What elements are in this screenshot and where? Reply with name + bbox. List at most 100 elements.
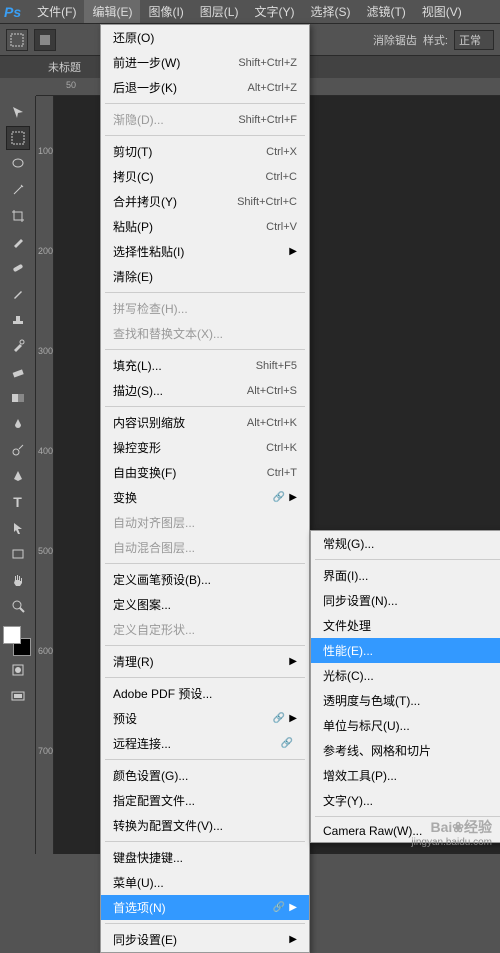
- edit-menu-item: 自动对齐图层...: [101, 510, 309, 535]
- edit-menu-item[interactable]: 变换🔗▶: [101, 485, 309, 510]
- pref-menu-item[interactable]: 常规(G)...: [311, 531, 500, 556]
- history-brush-tool[interactable]: [6, 334, 30, 358]
- menu-type[interactable]: 文字(Y): [246, 0, 302, 23]
- menu-image[interactable]: 图像(I): [140, 0, 191, 23]
- pen-tool[interactable]: [6, 464, 30, 488]
- edit-menu-item[interactable]: 键盘快捷键...: [101, 845, 309, 870]
- color-swatches[interactable]: [3, 626, 33, 656]
- stamp-tool[interactable]: [6, 308, 30, 332]
- menu-select[interactable]: 选择(S): [302, 0, 358, 23]
- edit-menu-item[interactable]: 转换为配置文件(V)...: [101, 813, 309, 838]
- menu-shortcut: Alt+Ctrl+K: [247, 417, 297, 429]
- edit-menu-item[interactable]: 拷贝(C)Ctrl+C: [101, 164, 309, 189]
- menu-item-label: 操控变形: [113, 439, 161, 456]
- watermark-logo: Bai❀经验: [411, 817, 492, 837]
- brush-tool[interactable]: [6, 282, 30, 306]
- edit-menu-item[interactable]: 选择性粘贴(I)▶: [101, 239, 309, 264]
- edit-menu-item[interactable]: 操控变形Ctrl+K: [101, 435, 309, 460]
- menu-item-label: 首选项(N): [113, 899, 166, 916]
- eyedropper-tool[interactable]: [6, 230, 30, 254]
- edit-menu-item[interactable]: 首选项(N)🔗▶: [101, 895, 309, 920]
- wand-tool[interactable]: [6, 178, 30, 202]
- pref-menu-item[interactable]: 文字(Y)...: [311, 788, 500, 813]
- submenu-arrow-icon: ▶: [289, 713, 297, 724]
- edit-menu-item[interactable]: 内容识别缩放Alt+Ctrl+K: [101, 410, 309, 435]
- menu-filter[interactable]: 滤镜(T): [358, 0, 413, 23]
- tool-preset-button[interactable]: [6, 29, 28, 51]
- menu-layer[interactable]: 图层(L): [192, 0, 247, 23]
- menu-file[interactable]: 文件(F): [29, 0, 84, 23]
- edit-menu-item[interactable]: Adobe PDF 预设...: [101, 681, 309, 706]
- document-tab[interactable]: 未标题: [40, 57, 89, 77]
- menu-item-label: 自动对齐图层...: [113, 514, 195, 531]
- menu-separator: [105, 563, 305, 564]
- menu-separator: [315, 559, 500, 560]
- edit-menu-item[interactable]: 定义图案...: [101, 592, 309, 617]
- menu-item-label: 清除(E): [113, 268, 153, 285]
- crop-tool[interactable]: [6, 204, 30, 228]
- edit-menu-item[interactable]: 后退一步(K)Alt+Ctrl+Z: [101, 75, 309, 100]
- lasso-tool[interactable]: [6, 152, 30, 176]
- edit-menu-item[interactable]: 清除(E): [101, 264, 309, 289]
- edit-menu-item: 查找和替换文本(X)...: [101, 321, 309, 346]
- menu-item-label: 粘贴(P): [113, 218, 153, 235]
- pref-menu-item[interactable]: 透明度与色域(T)...: [311, 688, 500, 713]
- chain-icon: 🔗: [273, 902, 285, 913]
- edit-menu-item[interactable]: 粘贴(P)Ctrl+V: [101, 214, 309, 239]
- pref-menu-item[interactable]: 界面(I)...: [311, 563, 500, 588]
- pref-menu-item[interactable]: 增效工具(P)...: [311, 763, 500, 788]
- pref-menu-item[interactable]: 文件处理: [311, 613, 500, 638]
- menu-separator: [105, 645, 305, 646]
- menu-item-label: 查找和替换文本(X)...: [113, 325, 223, 342]
- move-tool[interactable]: [6, 100, 30, 124]
- edit-menu-item[interactable]: 指定配置文件...: [101, 788, 309, 813]
- pref-menu-item[interactable]: 参考线、网格和切片: [311, 738, 500, 763]
- marquee-tool[interactable]: [6, 126, 30, 150]
- menu-item-label: 常规(G)...: [323, 535, 374, 552]
- menu-item-label: 预设: [113, 710, 137, 727]
- edit-menu-item[interactable]: 菜单(U)...: [101, 870, 309, 895]
- edit-menu-item[interactable]: 剪切(T)Ctrl+X: [101, 139, 309, 164]
- dodge-tool[interactable]: [6, 438, 30, 462]
- edit-menu-item[interactable]: 远程连接...🔗: [101, 731, 309, 756]
- edit-menu-item[interactable]: 前进一步(W)Shift+Ctrl+Z: [101, 50, 309, 75]
- pref-menu-item[interactable]: 性能(E)...: [311, 638, 500, 663]
- menu-item-label: 自动混合图层...: [113, 539, 195, 556]
- toolbox: T: [0, 96, 36, 854]
- zoom-tool[interactable]: [6, 594, 30, 618]
- edit-menu-item[interactable]: 合并拷贝(Y)Shift+Ctrl+C: [101, 189, 309, 214]
- blur-tool[interactable]: [6, 412, 30, 436]
- marquee-mode-button[interactable]: [34, 29, 56, 51]
- gradient-tool[interactable]: [6, 386, 30, 410]
- foreground-swatch[interactable]: [3, 626, 21, 644]
- chain-icon: 🔗: [273, 713, 285, 724]
- edit-menu-item[interactable]: 描边(S)...Alt+Ctrl+S: [101, 378, 309, 403]
- edit-menu-item[interactable]: 同步设置(E)▶: [101, 927, 309, 952]
- edit-menu-item[interactable]: 清理(R)▶: [101, 649, 309, 674]
- hand-tool[interactable]: [6, 568, 30, 592]
- pref-menu-item[interactable]: 同步设置(N)...: [311, 588, 500, 613]
- pref-menu-item[interactable]: 光标(C)...: [311, 663, 500, 688]
- menu-shortcut: Ctrl+C: [266, 171, 297, 183]
- quickmask-tool[interactable]: [6, 658, 30, 682]
- edit-menu-item[interactable]: 填充(L)...Shift+F5: [101, 353, 309, 378]
- menu-edit[interactable]: 编辑(E): [84, 0, 140, 23]
- eraser-tool[interactable]: [6, 360, 30, 384]
- menu-view[interactable]: 视图(V): [414, 0, 470, 23]
- type-tool[interactable]: T: [6, 490, 30, 514]
- edit-menu-item[interactable]: 预设 🔗 ▶: [101, 706, 309, 731]
- edit-menu-item[interactable]: 颜色设置(G)...: [101, 763, 309, 788]
- screenmode-tool[interactable]: [6, 684, 30, 708]
- shape-tool[interactable]: [6, 542, 30, 566]
- chain-icon: 🔗: [281, 738, 293, 749]
- marquee-icon: [10, 33, 24, 47]
- edit-menu-item[interactable]: 自由变换(F)Ctrl+T: [101, 460, 309, 485]
- zoom-icon: [11, 599, 25, 613]
- style-select[interactable]: 正常: [454, 30, 494, 50]
- path-select-tool[interactable]: [6, 516, 30, 540]
- edit-menu-item[interactable]: 还原(O): [101, 25, 309, 50]
- edit-menu-item[interactable]: 定义画笔预设(B)...: [101, 567, 309, 592]
- pref-menu-item[interactable]: 单位与标尺(U)...: [311, 713, 500, 738]
- menu-item-label: 描边(S)...: [113, 382, 163, 399]
- heal-tool[interactable]: [6, 256, 30, 280]
